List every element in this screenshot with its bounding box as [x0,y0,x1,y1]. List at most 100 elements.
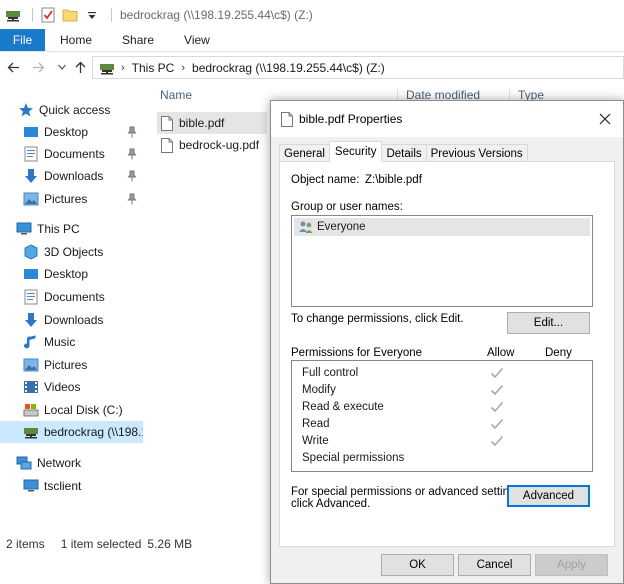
check-icon [490,367,504,379]
nav-label: Local Disk (C:) [44,403,123,417]
nav-qa-documents[interactable]: Documents [0,143,143,165]
group-names-list[interactable]: Everyone [291,215,593,307]
videos-icon [24,381,38,393]
new-folder-icon[interactable] [61,6,79,24]
advanced-button[interactable]: Advanced [507,485,590,507]
pin-icon[interactable] [127,126,137,138]
dialog-tabs: General Security Details Previous Versio… [279,141,528,162]
nav-network-drive[interactable]: bedrockrag (\\198.1 [0,421,143,443]
file-row[interactable]: bible.pdf [157,112,267,134]
nav-3d-objects[interactable]: 3D Objects [0,241,143,263]
tab-details[interactable]: Details [381,144,427,162]
nav-qa-pictures[interactable]: Pictures [0,188,143,210]
nav-label: bedrockrag (\\198.1 [44,425,143,439]
column-header-name[interactable]: Name [160,88,192,104]
permission-row: Full control [302,364,358,381]
nav-label: Network [37,456,82,470]
hard-drive-icon [23,404,39,417]
breadcrumb-this-pc[interactable]: This PC [132,61,175,75]
breadcrumb-drive[interactable]: bedrockrag (\\198.19.255.44\c$) (Z:) [192,61,385,75]
close-icon[interactable] [597,111,613,127]
selection-count: 1 item selected [60,537,142,551]
permission-name: Write [302,434,329,447]
dialog-title-bar[interactable]: bible.pdf Properties [271,101,623,137]
tab-view[interactable]: View [169,29,225,51]
address-bar[interactable]: › This PC › bedrockrag (\\198.19.255.44\… [92,56,624,79]
file-icon [161,115,173,131]
tab-file[interactable]: File [0,29,45,51]
check-icon [490,384,504,396]
permission-row: Special permissions [302,449,404,466]
chevron-right-icon[interactable]: › [121,62,125,74]
tab-share[interactable]: Share [107,29,169,51]
permission-name: Full control [302,366,359,379]
tab-previous-versions[interactable]: Previous Versions [425,144,528,162]
object-name-label: Object name: [291,174,360,186]
permission-row: Read & execute [302,398,384,415]
network-icon [16,456,32,470]
file-row[interactable]: bedrock-ug.pdf [157,134,263,156]
desktop-icon [24,127,38,137]
nav-label: Pictures [44,358,88,372]
permission-row: Write [302,432,329,449]
toolbar-separator [111,7,112,22]
nav-label: Videos [44,380,81,394]
permission-name: Read [302,417,330,430]
edit-button[interactable]: Edit... [507,312,590,334]
nav-desktop[interactable]: Desktop [0,263,143,285]
chevron-right-icon[interactable]: › [181,62,185,74]
cancel-button[interactable]: Cancel [458,554,531,576]
item-count: 2 items [6,537,45,551]
back-icon[interactable] [2,56,24,78]
change-permissions-text: To change permissions, click Edit. [291,313,464,325]
ok-button[interactable]: OK [381,554,454,576]
tab-home[interactable]: Home [45,29,107,51]
nav-this-pc[interactable]: This PC [0,218,143,240]
nav-documents[interactable]: Documents [0,286,143,308]
permission-name: Special permissions [302,451,405,464]
window-title: bedrockrag (\\198.19.255.44\c$) (Z:) [120,7,313,22]
tab-security[interactable]: Security [328,141,383,162]
nav-label: Documents [44,147,105,161]
nav-pictures[interactable]: Pictures [0,354,143,376]
tab-general[interactable]: General [279,144,330,162]
nav-quick-access[interactable]: Quick access [0,99,143,121]
desktop-icon [24,269,38,279]
nav-downloads[interactable]: Downloads [0,309,143,331]
nav-network[interactable]: Network [0,452,143,474]
nav-videos[interactable]: Videos [0,376,143,398]
nav-local-disk[interactable]: Local Disk (C:) [0,399,143,421]
pin-icon[interactable] [127,148,137,160]
ribbon-tabs: File Home Share View [0,29,624,52]
special-permissions-text-2: click Advanced. [291,498,371,510]
object-name-value: Z:\bible.pdf [365,174,422,186]
group-item-everyone[interactable]: Everyone [294,218,590,236]
nav-label: Desktop [44,267,89,281]
nav-tsclient[interactable]: tsclient [0,475,143,497]
nav-qa-desktop[interactable]: Desktop [0,121,143,143]
dialog-title: bible.pdf Properties [299,112,403,126]
drive-icon [4,6,22,24]
navigation-bar: › This PC › bedrockrag (\\198.19.255.44\… [0,52,624,82]
check-icon [490,418,504,430]
navigation-pane: Quick access Desktop Documents Downloads… [0,82,143,532]
nav-label: Downloads [44,313,104,327]
up-icon[interactable] [69,56,91,78]
security-panel: Object name: Z:\bible.pdf Group or user … [279,161,615,547]
nav-music[interactable]: Music [0,331,143,353]
pin-icon[interactable] [127,193,137,205]
properties-icon[interactable] [39,6,57,24]
apply-button[interactable]: Apply [535,554,608,576]
customize-toolbar-icon[interactable] [83,6,101,24]
toolbar-separator [32,7,33,22]
nav-label: Desktop [44,125,89,139]
nav-label: Music [44,335,76,349]
star-icon [19,103,33,117]
nav-qa-downloads[interactable]: Downloads [0,165,143,187]
forward-icon[interactable] [27,56,49,78]
pin-icon[interactable] [127,170,137,182]
permissions-list[interactable]: Full control Modify Read & execute Read … [291,360,593,472]
pictures-icon [23,192,39,206]
nav-label: Documents [44,290,105,304]
selection-size: 5.26 MB [147,537,193,551]
